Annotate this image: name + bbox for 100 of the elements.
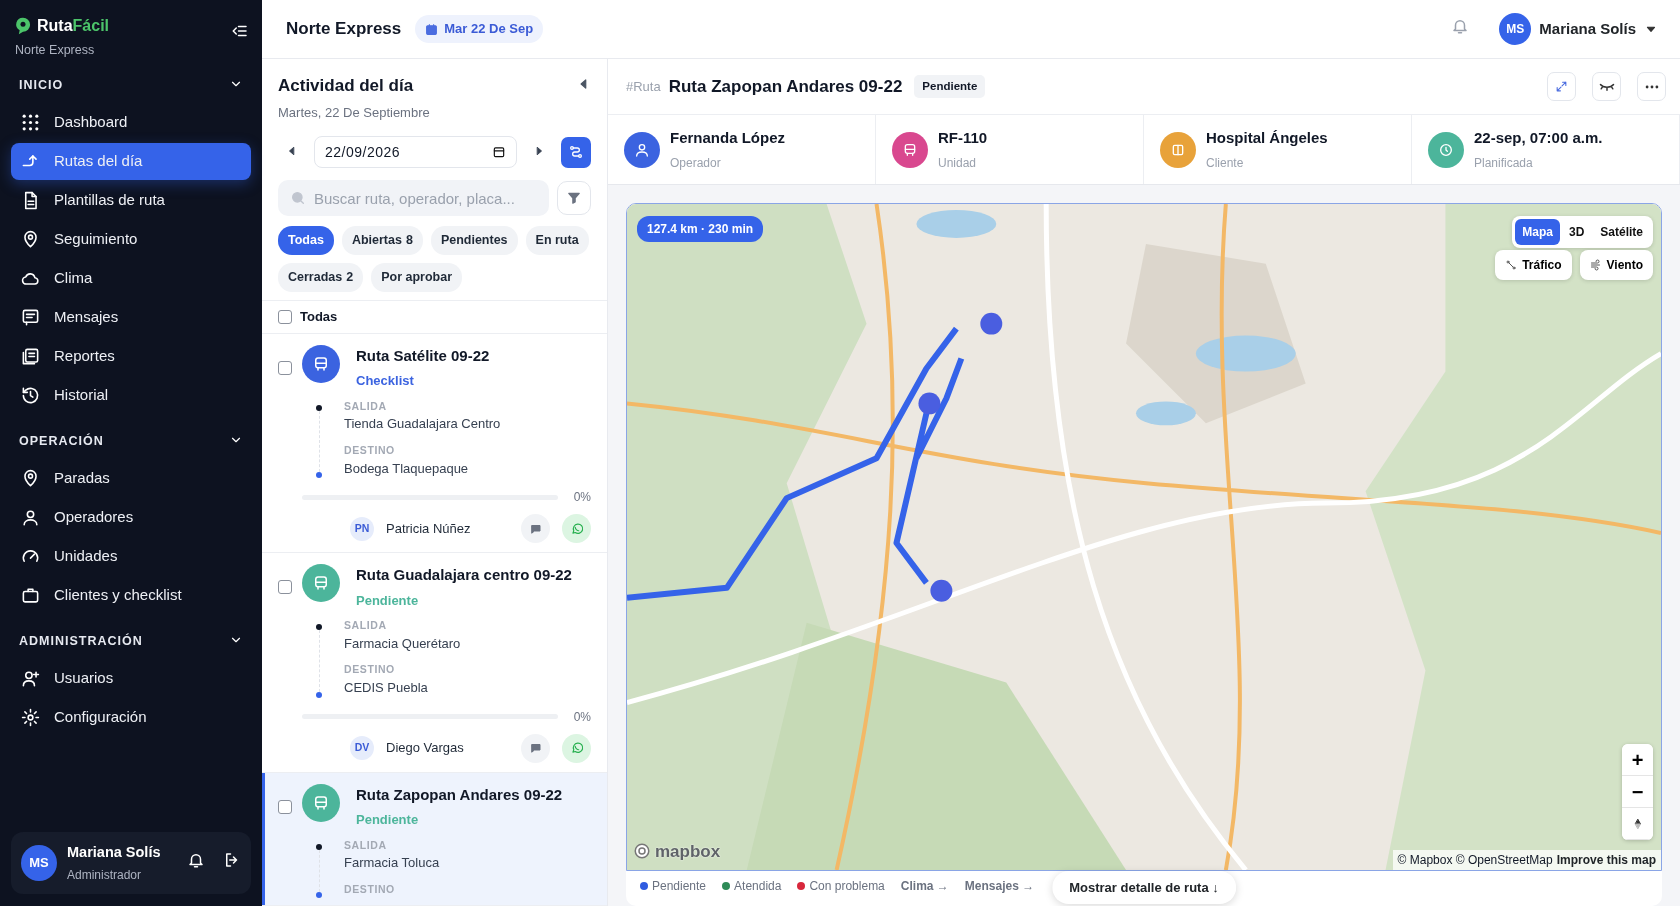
chat-button[interactable] — [521, 733, 550, 763]
operator-name: Diego Vargas — [386, 739, 465, 758]
zoom-in-button[interactable]: + — [1622, 744, 1653, 776]
end-dot — [316, 691, 322, 698]
legend-item: Con problema — [797, 877, 885, 895]
sidebar-item[interactable]: Seguimiento — [11, 220, 251, 258]
sidebar-item[interactable]: Dashboard — [11, 103, 251, 141]
sidebar-item[interactable]: Historial — [11, 376, 251, 414]
route-button[interactable] — [560, 136, 591, 168]
location-pin-icon — [21, 229, 40, 249]
distance-badge: 127.4 km · 230 min — [637, 216, 764, 242]
route-icon — [567, 144, 584, 160]
chat-icon — [529, 522, 542, 535]
route-status: Checklist — [356, 372, 415, 390]
sidebar-item[interactable]: Plantillas de ruta — [11, 181, 251, 219]
filter-button[interactable] — [557, 181, 591, 215]
route-name: Ruta Zapopan Andares 09-22 — [356, 784, 563, 805]
route-checkbox[interactable] — [278, 580, 292, 594]
user-role: Administrador — [67, 867, 143, 884]
route-card[interactable]: Ruta Satélite 09-22 Checklist SALIDA Tienda Guadalajara Centro DESTINO Bodega Tlaquepaque 0% PN Patricia Núñez — [262, 333, 607, 553]
sidebar-item[interactable]: Unidades — [11, 537, 251, 575]
select-all-checkbox[interactable]: Todas — [262, 299, 607, 334]
mapbox-logo: mapbox — [633, 838, 721, 864]
map-toggle-button[interactable]: Viento — [1579, 250, 1653, 280]
call-button[interactable] — [562, 733, 591, 763]
filter-chip[interactable]: Todas — [278, 226, 334, 255]
bus-icon — [312, 354, 330, 373]
section-heading: INICIO — [19, 77, 64, 95]
date-field[interactable]: 22/09/2026 — [314, 136, 517, 168]
phone-icon — [569, 741, 584, 755]
expand-button[interactable] — [1547, 72, 1576, 101]
filter-chip[interactable]: Cerradas 2 — [278, 262, 364, 292]
user-avatar: MS — [21, 845, 57, 882]
legend-item: Atendida — [722, 877, 782, 895]
calendar-icon — [491, 145, 506, 159]
field-label: SALIDA — [344, 618, 388, 633]
operator-avatar: PN — [350, 516, 374, 541]
map-layer-tab[interactable]: Mapa — [1515, 219, 1560, 245]
legend-link[interactable]: Clima → — [900, 877, 949, 895]
show-route-detail-button[interactable]: Mostrar detalle de ruta ↓ — [1052, 870, 1236, 904]
search-field[interactable]: Buscar ruta, operador, placa... — [278, 180, 549, 216]
filter-chip[interactable]: Pendientes — [430, 226, 518, 255]
clock-icon — [1438, 141, 1454, 158]
bus-icon — [902, 141, 918, 158]
route-card[interactable]: Ruta Zapopan Andares 09-22 Pendiente SALIDA Farmacia Toluca DESTINO — [262, 772, 607, 906]
legend-item: Pendiente — [640, 877, 707, 895]
stop-name: Bodega Tlaquepaque — [344, 459, 470, 478]
field-label: DESTINO — [344, 662, 396, 678]
sidebar-item[interactable]: Configuración — [11, 698, 251, 736]
sidebar-item[interactable]: Reportes — [11, 337, 251, 375]
wind-icon — [1589, 259, 1602, 271]
message-icon — [21, 307, 40, 327]
user-menu-button[interactable]: MS Mariana Solís — [1499, 13, 1658, 45]
filter-chip[interactable]: En ruta — [525, 226, 589, 255]
zoom-out-button[interactable]: − — [1622, 776, 1653, 808]
info-label: Operador — [670, 154, 722, 172]
sidebar-item[interactable]: Mensajes — [11, 298, 251, 336]
route-checkbox[interactable] — [278, 799, 292, 814]
start-dot — [316, 843, 322, 850]
stop-name: Farmacia Querétaro — [344, 634, 461, 653]
info-label: Unidad — [938, 154, 978, 172]
stop-name: Tienda Guadalajara Centro — [344, 415, 501, 434]
improve-map-link[interactable]: Improve this map — [1556, 851, 1656, 869]
hide-button[interactable] — [1592, 72, 1621, 101]
filter-chip[interactable]: Abiertas 8 — [341, 226, 423, 255]
legend-link[interactable]: Mensajes → — [964, 877, 1035, 895]
sidebar-item[interactable]: Clientes y checklist — [11, 576, 251, 614]
history-icon — [21, 385, 40, 405]
route-tag: #Ruta — [626, 76, 661, 97]
map-toggle-button[interactable]: Tráfico — [1495, 250, 1572, 280]
map-layer-tab[interactable]: 3D — [1561, 219, 1592, 245]
search-icon — [290, 190, 306, 206]
end-dot — [316, 472, 322, 478]
map-layer-tab[interactable]: Satélite — [1593, 219, 1650, 245]
expand-icon — [1555, 80, 1568, 93]
field-label: DESTINO — [344, 881, 396, 897]
user-avatar: MS — [1499, 13, 1532, 45]
location-pin-icon — [21, 468, 40, 488]
filter-chip[interactable]: Por aprobar — [371, 262, 462, 292]
section-heading: ADMINISTRACIÓN — [19, 632, 143, 651]
dashboard-icon — [21, 112, 40, 132]
progress-reading: 0% — [573, 489, 591, 506]
sidebar-item[interactable]: Usuarios — [11, 659, 251, 697]
sidebar-item[interactable]: Paradas — [11, 459, 251, 497]
sidebar-item[interactable]: Clima — [11, 259, 251, 297]
user-name: Mariana Solís — [67, 843, 162, 863]
chat-button[interactable] — [521, 514, 550, 543]
start-dot — [316, 624, 322, 630]
user-icon — [634, 141, 650, 158]
status-badge: Pendiente — [914, 74, 986, 99]
route-checkbox[interactable] — [278, 360, 292, 375]
sidebar-item[interactable]: Operadores — [11, 498, 251, 536]
field-label: SALIDA — [344, 398, 388, 414]
sidebar-item[interactable]: Rutas del día — [11, 142, 251, 180]
call-button[interactable] — [562, 514, 591, 543]
bus-icon — [312, 793, 330, 812]
operator-name: Patricia Núñez — [386, 519, 472, 538]
stop-name: CEDIS Puebla — [344, 679, 429, 697]
traffic-icon — [1505, 259, 1518, 271]
route-card[interactable]: Ruta Guadalajara centro 09-22 Pendiente SALIDA Farmacia Querétaro DESTINO CEDIS Puebla 0% DV Diego Vargas — [262, 553, 607, 773]
